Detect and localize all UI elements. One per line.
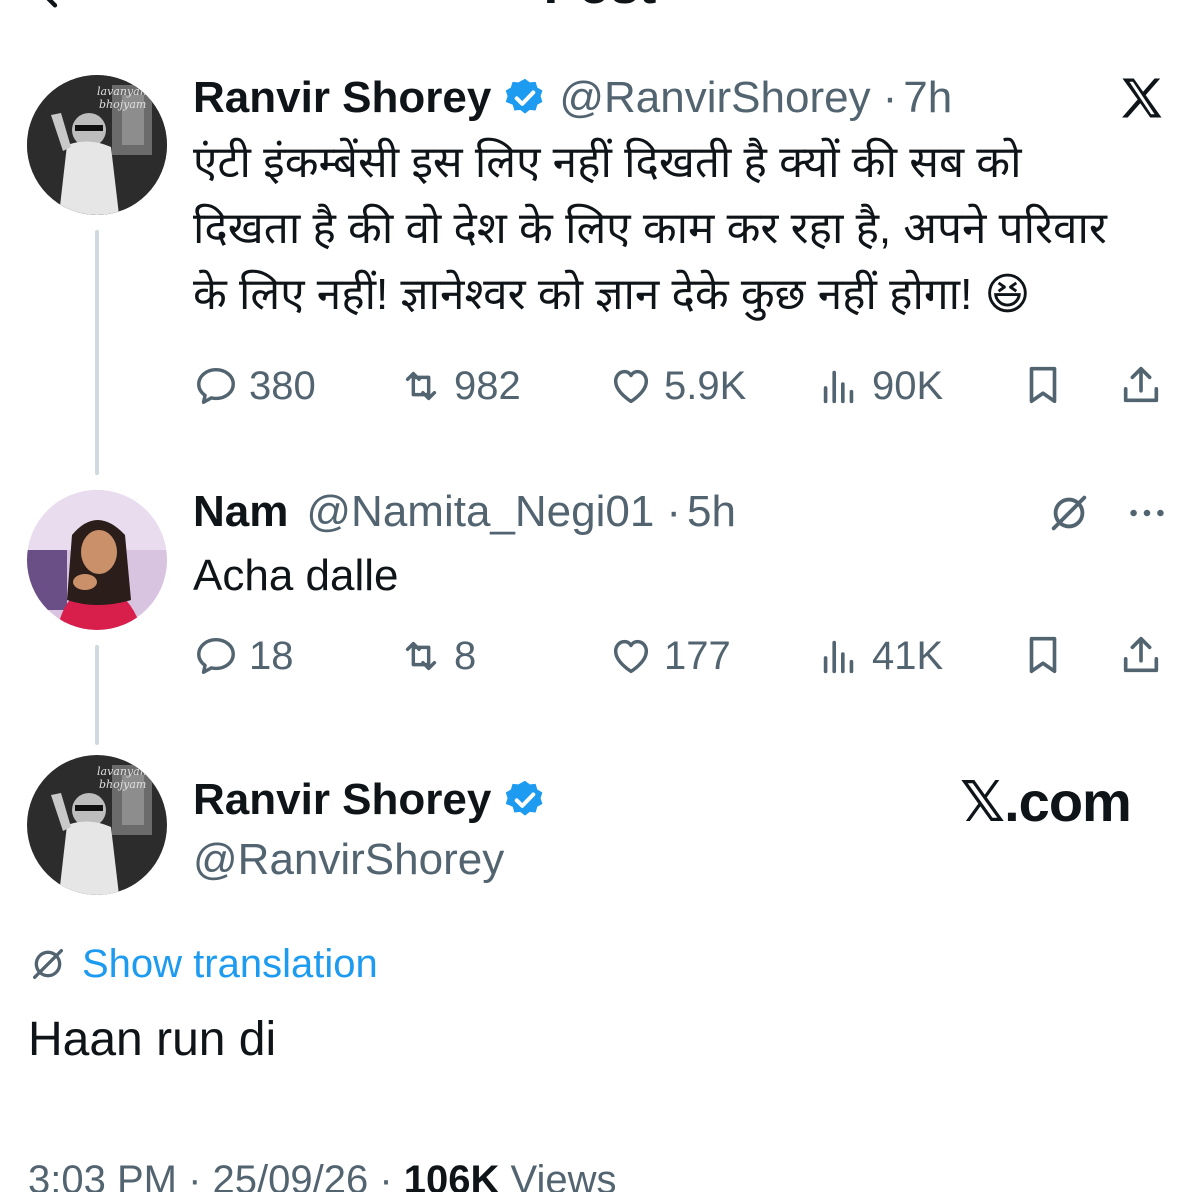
views-icon: [823, 640, 854, 674]
like-button[interactable]: 177: [608, 632, 731, 680]
reply-button[interactable]: 380: [193, 362, 316, 410]
avatar-caption-2: bhojyam: [99, 778, 146, 791]
avatar[interactable]: [27, 490, 167, 630]
post-time[interactable]: 7h: [903, 72, 952, 124]
repost-icon: [405, 371, 437, 401]
reply-icon: [197, 637, 235, 675]
main-reply-text: Haan run di: [28, 1013, 277, 1066]
reply-icon: [197, 367, 235, 405]
reply-count: 18: [249, 634, 294, 678]
show-translation-link[interactable]: Show translation: [28, 940, 378, 988]
tweet-text-line-3: के लिए नहीं! ज्ञानेश्वर को ज्ञान देके कु…: [193, 270, 1031, 319]
post-meta: 3:03 PM · 25/09/26 · 106K Views: [28, 1156, 616, 1192]
reply-text: Acha dalle: [193, 551, 399, 600]
share-icon[interactable]: [1118, 362, 1164, 408]
tweet-text-line-2: दिखता है की वो देश के लिए काम कर रहा है,…: [193, 204, 1107, 253]
avatar[interactable]: lavanyam bhojyam: [27, 755, 167, 895]
repost-count: 982: [454, 364, 521, 408]
views-icon: [823, 370, 854, 404]
author-handle[interactable]: @RanvirShorey: [193, 834, 504, 886]
share-icon[interactable]: [1118, 632, 1164, 678]
repost-count: 8: [454, 634, 477, 678]
views-button[interactable]: 90K: [816, 362, 943, 410]
like-count: 177: [664, 634, 731, 678]
avatar-caption-1: lavanyam: [97, 85, 150, 98]
like-count: 5.9K: [664, 364, 747, 408]
page-title: Post: [0, 0, 1200, 12]
like-icon: [613, 369, 649, 404]
x-brand-label: 𝕏.com: [960, 770, 1132, 833]
views-count: 90K: [872, 364, 944, 408]
repost-button[interactable]: 982: [398, 362, 521, 410]
reply-button[interactable]: 18: [193, 632, 294, 680]
thread-line: [95, 230, 99, 475]
author-name[interactable]: Ranvir Shorey: [193, 72, 491, 124]
reply-count: 380: [249, 364, 316, 408]
avatar-caption-2: bhojyam: [99, 98, 146, 111]
x-logo-icon[interactable]: [1116, 72, 1168, 124]
tweet-text-line-1: एंटी इंकम्बेंसी इस लिए नहीं दिखती है क्य…: [193, 138, 1022, 187]
author-handle[interactable]: @Namita_Negi01: [306, 486, 654, 538]
avatar-caption-1: lavanyam: [97, 765, 150, 778]
grok-icon[interactable]: [1046, 490, 1092, 536]
views-count: 106K: [403, 1158, 500, 1192]
bookmark-icon[interactable]: [1020, 362, 1066, 408]
views-button[interactable]: 41K: [816, 632, 943, 680]
author-handle[interactable]: @RanvirShorey: [559, 72, 870, 124]
avatar[interactable]: lavanyam bhojyam: [27, 75, 167, 215]
views-label: Views: [499, 1158, 617, 1192]
post-time[interactable]: 5h: [687, 486, 736, 538]
author-name[interactable]: Nam: [193, 486, 288, 538]
post-timestamp[interactable]: 3:03 PM · 25/09/26 ·: [28, 1158, 404, 1192]
show-translation-label: Show translation: [82, 942, 378, 986]
views-count: 41K: [872, 634, 944, 678]
thread-line: [95, 645, 99, 745]
more-icon[interactable]: [1124, 490, 1170, 536]
repost-icon: [405, 641, 437, 671]
bookmark-icon[interactable]: [1020, 632, 1066, 678]
like-icon: [613, 639, 649, 674]
like-button[interactable]: 5.9K: [608, 362, 746, 410]
translate-icon: [33, 949, 63, 979]
author-name[interactable]: Ranvir Shorey: [193, 774, 491, 826]
repost-button[interactable]: 8: [398, 632, 476, 680]
verified-badge-icon: [506, 780, 543, 816]
verified-badge-icon: [506, 78, 543, 114]
